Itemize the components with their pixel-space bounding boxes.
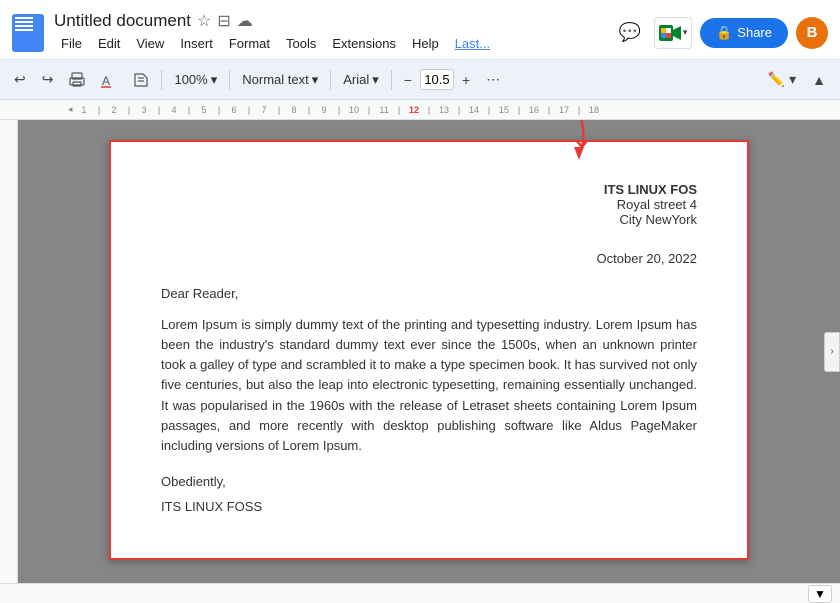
divider-1 xyxy=(161,70,162,90)
menu-help[interactable]: Help xyxy=(405,33,446,54)
share-button[interactable]: 🔒 Share xyxy=(700,18,788,48)
left-sidebar xyxy=(0,120,18,583)
spellcheck-button[interactable]: A xyxy=(95,68,123,92)
docs-logo-icon xyxy=(12,14,44,52)
title-area: Untitled document ☆ ⊟ ☁ File Edit View I… xyxy=(54,11,614,54)
user-avatar[interactable]: B xyxy=(796,17,828,49)
menu-view[interactable]: View xyxy=(129,33,171,54)
share-label: Share xyxy=(737,25,772,40)
cloud-icon[interactable]: ☁ xyxy=(237,11,253,31)
document-page: ITS LINUX FOS Royal street 4 City NewYor… xyxy=(109,140,749,560)
document-title: Untitled document xyxy=(54,11,191,31)
zoom-select[interactable]: 100% ▾ xyxy=(168,68,223,92)
document-date: October 20, 2022 xyxy=(161,251,697,266)
address-line1: Royal street 4 xyxy=(161,197,697,212)
print-button[interactable] xyxy=(63,68,91,92)
document-greeting: Dear Reader, xyxy=(161,286,697,301)
divider-4 xyxy=(391,70,392,90)
ruler: ◂ 1 | 2 | 3 | 4 | 5 | 6 | 7 | 8 | 9 | 10… xyxy=(0,100,840,120)
lock-icon: 🔒 xyxy=(716,25,732,41)
font-size-area: − + xyxy=(398,68,476,92)
toolbar: ↩ ↪ A 100% ▾ Normal text ▾ Arial ▾ − + ⋯… xyxy=(0,60,840,100)
menu-file[interactable]: File xyxy=(54,33,89,54)
folder-icon[interactable]: ⊟ xyxy=(217,11,230,31)
decrease-font-button[interactable]: − xyxy=(398,68,418,92)
collapse-toolbar-button[interactable]: ▲ xyxy=(806,68,832,92)
document-header: ITS LINUX FOS Royal street 4 City NewYor… xyxy=(161,182,697,227)
undo-button[interactable]: ↩ xyxy=(8,67,32,92)
meet-button[interactable]: ▾ xyxy=(654,17,692,49)
paint-format-button[interactable] xyxy=(127,68,155,92)
font-dropdown-icon: ▾ xyxy=(372,72,379,88)
style-dropdown-icon: ▾ xyxy=(312,72,319,88)
main-area: ITS LINUX FOS Royal street 4 City NewYor… xyxy=(0,120,840,583)
top-right-actions: 💬 ▾ 🔒 Share B xyxy=(614,17,828,49)
comment-button[interactable]: 💬 xyxy=(614,17,646,49)
bottom-bar: ▼ xyxy=(0,583,840,603)
style-select[interactable]: Normal text ▾ xyxy=(236,68,324,92)
zoom-dropdown-icon: ▾ xyxy=(211,72,218,88)
document-body: Lorem Ipsum is simply dummy text of the … xyxy=(161,315,697,456)
document-closing: Obediently, xyxy=(161,474,697,489)
font-size-input[interactable] xyxy=(420,69,454,90)
top-bar: Untitled document ☆ ⊟ ☁ File Edit View I… xyxy=(0,0,840,60)
document-container[interactable]: ITS LINUX FOS Royal street 4 City NewYor… xyxy=(18,120,840,583)
address-line2: City NewYork xyxy=(161,212,697,227)
redo-button[interactable]: ↪ xyxy=(36,67,60,92)
font-select[interactable]: Arial ▾ xyxy=(337,68,385,92)
menu-last[interactable]: Last... xyxy=(448,33,497,54)
menu-edit[interactable]: Edit xyxy=(91,33,127,54)
divider-3 xyxy=(330,70,331,90)
menu-tools[interactable]: Tools xyxy=(279,33,323,54)
svg-text:A: A xyxy=(102,74,110,88)
document-signature: ITS LINUX FOSS xyxy=(161,499,697,514)
company-name: ITS LINUX FOS xyxy=(161,182,697,197)
navigate-down-button[interactable]: ▼ xyxy=(808,585,832,603)
edit-pencil-button[interactable]: ✏️ ▾ xyxy=(762,67,802,92)
menu-row: File Edit View Insert Format Tools Exten… xyxy=(54,33,614,54)
menu-insert[interactable]: Insert xyxy=(173,33,220,54)
star-icon[interactable]: ☆ xyxy=(197,11,211,31)
increase-font-button[interactable]: + xyxy=(456,68,476,92)
more-options-button[interactable]: ⋯ xyxy=(480,67,506,92)
menu-format[interactable]: Format xyxy=(222,33,277,54)
menu-extensions[interactable]: Extensions xyxy=(325,33,403,54)
divider-2 xyxy=(229,70,230,90)
right-panel-toggle[interactable]: › xyxy=(824,332,840,372)
